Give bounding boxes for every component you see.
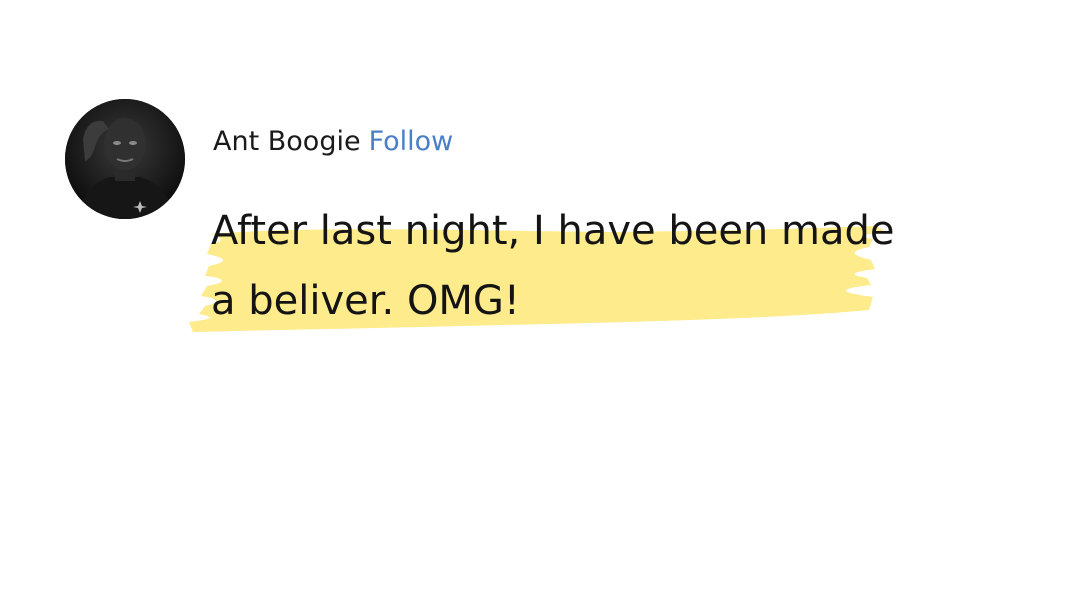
post-header: Ant Boogie Follow [213,125,453,159]
avatar[interactable] [65,99,185,219]
post-text: After last night, I have been made a bel… [211,208,895,324]
follow-button[interactable]: Follow [369,126,454,157]
author-name[interactable]: Ant Boogie [213,126,361,157]
post-card: Ant Boogie Follow After last night, I hav… [0,0,1080,607]
user-photo-icon [65,99,185,219]
